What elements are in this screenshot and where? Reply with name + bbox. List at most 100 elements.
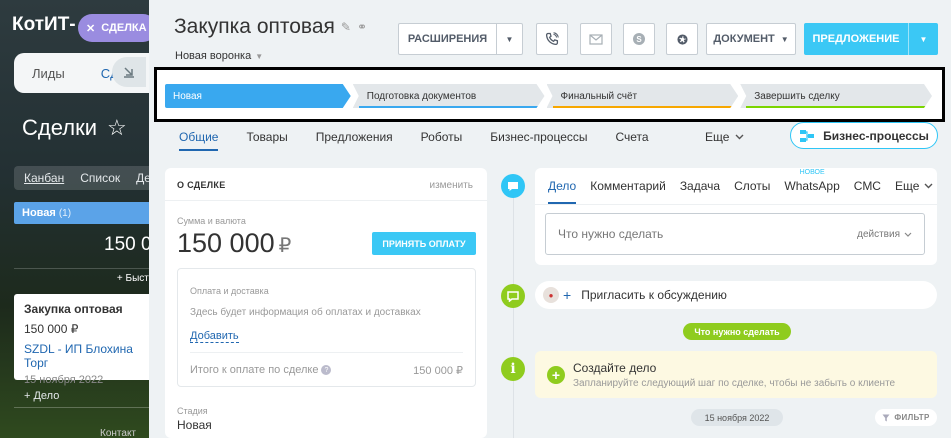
background-card-client[interactable]: SZDL - ИП Блохина Торг <box>24 342 150 370</box>
edit-title-icon[interactable]: ✎ <box>341 20 351 34</box>
chevron-down-icon[interactable]: ▼ <box>908 23 938 55</box>
tabs-more-label: Еще <box>705 130 730 144</box>
activity-tab-todo[interactable]: Задача <box>673 168 727 204</box>
stage-label: Финальный счёт <box>560 90 638 102</box>
background-tab-leads[interactable]: Лиды <box>14 66 83 81</box>
invite-label: Пригласить к обсуждению <box>581 288 727 302</box>
link-icon[interactable]: ⚭ <box>357 20 367 34</box>
deal-header: Закупка оптовая ✎ ⚭ Новая воронка ▼ РАСШ… <box>149 0 951 66</box>
activity-tab-label: WhatsApp <box>784 179 840 193</box>
new-badge: НОВОЕ <box>799 169 825 176</box>
sum-value: 150 000 ₽ <box>177 228 291 259</box>
sum-label: Сумма и валюта <box>177 216 246 226</box>
activity-tab-label: СМС <box>853 179 881 193</box>
stage-color-line <box>359 106 539 108</box>
offer-label: ПРЕДЛОЖЕНИЕ <box>812 33 900 45</box>
todo-placeholder: Что нужно сделать <box>558 227 664 241</box>
activity-tab-whatsapp[interactable]: НОВОЕ WhatsApp <box>777 168 846 204</box>
background-stage-count: (1) <box>58 207 72 219</box>
chevron-down-icon <box>904 232 912 237</box>
business-processes-button[interactable]: Бизнес-процессы <box>790 122 938 149</box>
svg-text:S: S <box>636 35 642 44</box>
stage-color-line <box>746 106 926 108</box>
business-process-icon <box>800 129 815 142</box>
stage-label: Подготовка документов <box>366 90 477 102</box>
activity-tabs-more[interactable]: Еще <box>888 168 940 204</box>
stage-field-label: Стадия <box>177 406 208 416</box>
background-add-activity[interactable]: + Дело <box>14 390 160 408</box>
close-slider-chip[interactable]: ✕ СДЕЛКА <box>78 14 157 42</box>
stage-documents[interactable]: Подготовка документов <box>353 84 545 108</box>
accept-payment-button[interactable]: ПРИНЯТЬ ОПЛАТУ <box>372 232 476 255</box>
create-activity-card[interactable]: + Создайте дело Запланируйте следующий ш… <box>535 351 937 398</box>
help-icon[interactable]: ? <box>321 365 332 375</box>
plus-icon: + <box>563 287 572 303</box>
payment-hint: Здесь будет информация об оплатах и дост… <box>190 307 421 318</box>
email-button[interactable] <box>580 23 612 55</box>
settings-button[interactable] <box>666 23 698 55</box>
tabs-more-menu[interactable]: Еще <box>705 123 744 151</box>
document-button[interactable]: ДОКУМЕНТ ▼ <box>706 23 796 55</box>
document-label: ДОКУМЕНТ <box>713 33 775 45</box>
stage-label: Завершить сделку <box>754 90 840 102</box>
gear-icon <box>676 33 688 45</box>
collapse-slider-icon[interactable] <box>112 57 146 87</box>
activity-editor: Дело Комментарий Задача Слоты НОВОЕ What… <box>535 168 937 265</box>
tab-offers[interactable]: Предложения <box>302 123 407 151</box>
view-list[interactable]: Список <box>70 171 126 185</box>
close-chip-label: СДЕЛКА <box>101 22 147 34</box>
actions-dropdown[interactable]: действия <box>857 229 912 240</box>
tab-business-processes[interactable]: Бизнес-процессы <box>476 123 601 151</box>
stage-close-deal[interactable]: Завершить сделку <box>740 84 932 108</box>
background-card-title: Закупка оптовая <box>24 302 123 316</box>
chevron-down-icon[interactable]: ▼ <box>496 24 522 54</box>
sum-amount: 150 000 <box>177 228 275 258</box>
filter-label: ФИЛЬТР <box>894 413 930 422</box>
add-payment-link[interactable]: Добавить <box>190 330 239 343</box>
stage-progress-bar: Новая Подготовка документов Финальный сч… <box>154 67 945 122</box>
chevron-down-icon: ▼ <box>255 51 264 61</box>
todo-section-badge: Что нужно сделать <box>683 323 791 340</box>
divider <box>535 204 937 205</box>
activity-tab-sms[interactable]: СМС <box>847 168 888 204</box>
payment-label: Оплата и доставка <box>190 286 269 296</box>
background-stage-label: Новая <box>22 207 56 219</box>
quick-add-button[interactable]: + Быстра <box>14 268 160 288</box>
activity-tab-comment[interactable]: Комментарий <box>583 168 673 204</box>
tab-products[interactable]: Товары <box>232 123 301 151</box>
chevron-down-icon <box>924 183 933 189</box>
background-view-switch: Канбан Список Де <box>14 166 160 190</box>
stage-final-invoice[interactable]: Финальный счёт <box>547 84 739 108</box>
tab-robots[interactable]: Роботы <box>407 123 477 151</box>
deal-section-heading: О СДЕЛКЕ <box>177 180 226 190</box>
filter-button[interactable]: ФИЛЬТР <box>875 409 937 426</box>
activity-tab-task[interactable]: Дело <box>541 168 583 204</box>
offer-button[interactable]: ПРЕДЛОЖЕНИЕ ▼ <box>804 23 938 55</box>
background-card-sum: 150 000 ₽ <box>24 322 79 336</box>
chevron-down-icon <box>735 134 744 140</box>
activity-tab-slots[interactable]: Слоты <box>727 168 777 204</box>
view-kanban[interactable]: Канбан <box>14 171 70 185</box>
stage-new[interactable]: Новая <box>165 84 351 108</box>
background-bottom-text: Контакт <box>100 428 137 438</box>
edit-section-link[interactable]: изменить <box>429 180 473 191</box>
call-button[interactable] <box>536 23 568 55</box>
total-value: 150 000 ₽ <box>413 365 463 377</box>
total-label-text: Итого к оплате по сделке <box>190 364 319 376</box>
payment-delivery-box: Оплата и доставка Здесь будет информация… <box>177 268 476 387</box>
tab-general[interactable]: Общие <box>165 123 232 151</box>
plus-circle-icon: + <box>547 366 565 384</box>
business-processes-label: Бизнес-процессы <box>823 128 929 143</box>
funnel-selector[interactable]: Новая воронка ▼ <box>175 50 263 62</box>
background-deal-card[interactable]: Закупка оптовая 150 000 ₽ SZDL - ИП Блох… <box>14 294 160 386</box>
todo-input[interactable]: Что нужно сделать действия <box>545 213 925 255</box>
skype-button[interactable]: S <box>623 23 655 55</box>
page-title: Закупка оптовая ✎ ⚭ <box>174 15 367 39</box>
extensions-button[interactable]: РАСШИРЕНИЯ ▼ <box>398 23 523 55</box>
close-icon: ✕ <box>86 22 96 35</box>
activity-tab-label: Задача <box>679 179 721 193</box>
tab-invoices[interactable]: Счета <box>602 123 663 151</box>
star-icon[interactable]: ☆ <box>107 115 127 141</box>
background-stage-sum: 150 0 <box>104 234 152 255</box>
invite-to-discussion[interactable]: ● + Пригласить к обсуждению <box>535 281 937 309</box>
